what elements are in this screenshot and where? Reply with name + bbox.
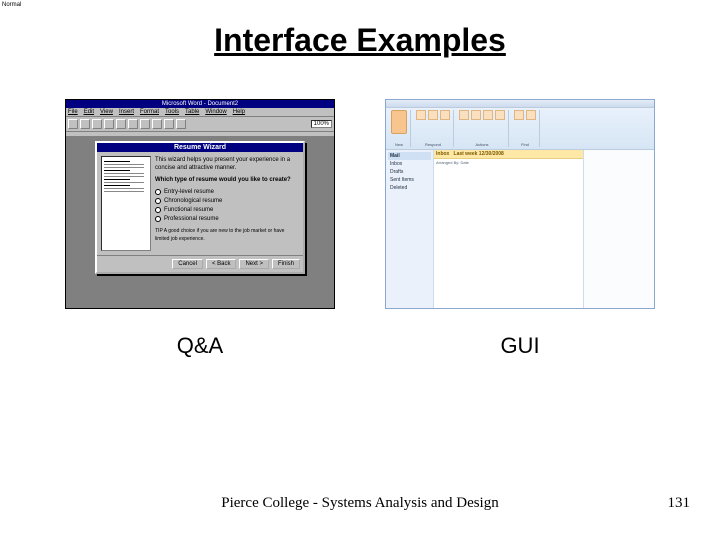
- ribbon-group-label: Actions: [459, 142, 505, 147]
- radio-icon: [155, 207, 161, 213]
- option-label: Chronological resume: [164, 197, 222, 205]
- ribbon-button[interactable]: [391, 110, 407, 134]
- toolbar-button[interactable]: [176, 119, 186, 129]
- style-dropdown[interactable]: Normal: [2, 2, 21, 8]
- list-arrange-by[interactable]: Arranged By: Date: [434, 159, 583, 166]
- right-example-label: GUI: [385, 333, 655, 359]
- examples-row: Microsoft Word - Document2 File Edit Vie…: [0, 99, 720, 309]
- ribbon-group-label: Find: [514, 142, 536, 147]
- next-button[interactable]: Next >: [239, 259, 269, 269]
- ribbon-button[interactable]: [428, 110, 438, 120]
- nav-header: Mail: [388, 152, 431, 160]
- list-folder-name: Inbox: [436, 151, 449, 157]
- labels-row: Q&A GUI: [0, 333, 720, 359]
- cancel-button[interactable]: Cancel: [172, 259, 203, 269]
- option-chronological[interactable]: Chronological resume: [155, 197, 299, 205]
- wizard-tip: TIP A good choice if you are new to the …: [155, 227, 299, 243]
- toolbar-button[interactable]: [164, 119, 174, 129]
- wizard-preview-pane: [101, 156, 151, 251]
- radio-icon: [155, 189, 161, 195]
- left-example-label: Q&A: [65, 333, 335, 359]
- word97-document-area: Resume Wizard This wizard helps you pres…: [66, 137, 334, 308]
- list-header: Inbox Last week 12/30/2008: [434, 150, 583, 159]
- nav-item-deleted[interactable]: Deleted: [388, 184, 431, 192]
- toolbar-button[interactable]: [104, 119, 114, 129]
- ribbon-button[interactable]: [440, 110, 450, 120]
- toolbar-button[interactable]: [68, 119, 78, 129]
- zoom-dropdown[interactable]: 100%: [311, 120, 332, 128]
- wizard-titlebar: Resume Wizard: [97, 143, 303, 152]
- menu-insert[interactable]: Insert: [119, 109, 134, 115]
- menu-format[interactable]: Format: [140, 109, 159, 115]
- word97-toolbar: 100%: [66, 117, 334, 132]
- ribbon-group-respond: Respond: [413, 110, 454, 147]
- menu-edit[interactable]: Edit: [84, 109, 94, 115]
- toolbar-button[interactable]: [152, 119, 162, 129]
- ribbon-button[interactable]: [459, 110, 469, 120]
- word97-window: Microsoft Word - Document2 File Edit Vie…: [65, 99, 335, 309]
- resume-wizard-dialog: Resume Wizard This wizard helps you pres…: [95, 141, 305, 274]
- slide-footer: Pierce College - Systems Analysis and De…: [0, 495, 720, 512]
- ribbon-button[interactable]: [416, 110, 426, 120]
- word97-titlebar: Microsoft Word - Document2: [66, 100, 334, 108]
- wizard-options: Entry-level resume Chronological resume …: [155, 188, 299, 223]
- ribbon-group-new: New: [388, 110, 411, 147]
- menu-view[interactable]: View: [100, 109, 113, 115]
- toolbar-button[interactable]: [140, 119, 150, 129]
- menu-help[interactable]: Help: [233, 109, 245, 115]
- toolbar-button[interactable]: [116, 119, 126, 129]
- wizard-question: Which type of resume would you like to c…: [155, 176, 299, 184]
- wizard-button-row: Cancel < Back Next > Finish: [97, 255, 303, 272]
- ribbon-button[interactable]: [483, 110, 493, 120]
- toolbar-button[interactable]: [80, 119, 90, 129]
- nav-item-drafts[interactable]: Drafts: [388, 168, 431, 176]
- ribbon-button[interactable]: [526, 110, 536, 120]
- option-entry-level[interactable]: Entry-level resume: [155, 188, 299, 196]
- slide-title: Interface Examples: [0, 0, 720, 59]
- finish-button[interactable]: Finish: [272, 259, 300, 269]
- ribbon-button[interactable]: [514, 110, 524, 120]
- ribbon-button[interactable]: [471, 110, 481, 120]
- menu-tools[interactable]: Tools: [165, 109, 179, 115]
- option-functional[interactable]: Functional resume: [155, 206, 299, 214]
- radio-icon: [155, 198, 161, 204]
- menu-table[interactable]: Table: [185, 109, 199, 115]
- ribbon-group-label: Respond: [416, 142, 450, 147]
- option-label: Functional resume: [164, 206, 213, 214]
- radio-icon: [155, 216, 161, 222]
- menu-window[interactable]: Window: [205, 109, 226, 115]
- menu-file[interactable]: File: [68, 109, 78, 115]
- ribbon-group-label: New: [391, 142, 407, 147]
- ribbon-button[interactable]: [495, 110, 505, 120]
- ribbon-group-find: Find: [511, 110, 540, 147]
- nav-item-sent[interactable]: Sent Items: [388, 176, 431, 184]
- wizard-intro: This wizard helps you present your exper…: [155, 156, 299, 172]
- word97-menubar[interactable]: File Edit View Insert Format Tools Table…: [66, 108, 334, 117]
- ribbon-group-actions: Actions: [456, 110, 509, 147]
- back-button[interactable]: < Back: [206, 259, 237, 269]
- message-list-pane: Inbox Last week 12/30/2008 Arranged By: …: [434, 150, 584, 308]
- list-date-label: Last week 12/30/2008: [454, 151, 504, 157]
- reading-pane: [584, 150, 654, 308]
- option-professional[interactable]: Professional resume: [155, 215, 299, 223]
- wizard-text-pane: This wizard helps you present your exper…: [155, 156, 299, 251]
- toolbar-button[interactable]: [128, 119, 138, 129]
- outlook-titlebar: [386, 100, 654, 108]
- toolbar-button[interactable]: [92, 119, 102, 129]
- outlook07-window: New Respond Actions: [385, 99, 655, 309]
- navigation-pane: Mail Inbox Drafts Sent Items Deleted: [386, 150, 434, 308]
- page-number: 131: [668, 495, 691, 512]
- nav-item-inbox[interactable]: Inbox: [388, 160, 431, 168]
- ribbon: New Respond Actions: [386, 108, 654, 150]
- option-label: Professional resume: [164, 215, 219, 223]
- option-label: Entry-level resume: [164, 188, 214, 196]
- outlook-body: Mail Inbox Drafts Sent Items Deleted Inb…: [386, 150, 654, 308]
